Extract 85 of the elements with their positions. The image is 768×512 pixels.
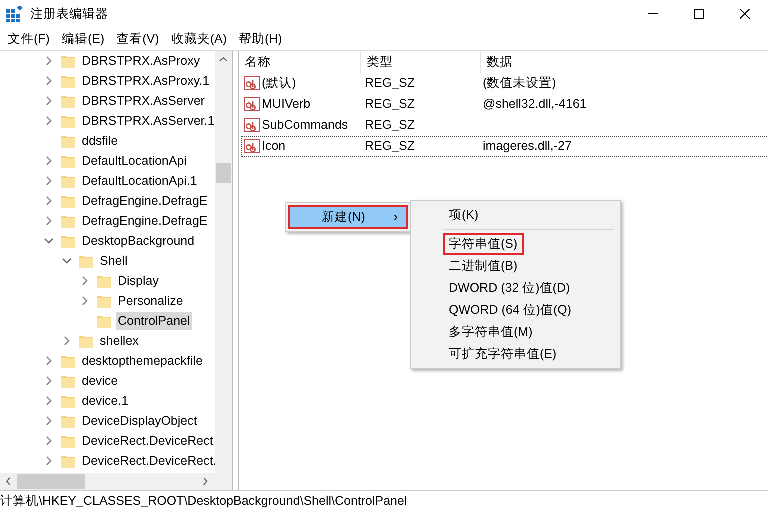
value-type: REG_SZ [365, 139, 416, 154]
folder-icon [60, 233, 76, 249]
string-value-icon [244, 96, 260, 112]
tree-item[interactable]: DeviceRect.DeviceRect [80, 432, 215, 450]
scrollbar-thumb[interactable] [216, 163, 231, 183]
window-title: 注册表编辑器 [30, 6, 110, 23]
menu-item[interactable]: 可扩充字符串值(E) [443, 343, 563, 365]
value-name: SubCommands [262, 117, 348, 134]
tree-item[interactable]: DesktopBackground [80, 232, 197, 250]
tree-item[interactable]: Display [116, 272, 161, 290]
menu-item[interactable]: 新建(N) › [288, 205, 408, 229]
column-header[interactable]: 数据 [481, 51, 768, 73]
menu-item[interactable]: 文件(F) [2, 30, 56, 48]
string-value-icon [244, 138, 260, 154]
tree-item[interactable]: DBRSTPRX.AsProxy.1 [80, 72, 212, 90]
folder-icon [96, 313, 112, 329]
tree-item[interactable]: DBRSTPRX.AsProxy [80, 52, 202, 70]
tree-item[interactable]: DefaultLocationApi [80, 152, 189, 170]
value-type: REG_SZ [365, 118, 416, 132]
registry-app-icon [6, 6, 24, 22]
value-name: (默认) [262, 75, 296, 92]
value-data: imageres.dll,-27 [483, 139, 572, 154]
folder-icon [96, 293, 112, 309]
scroll-left-icon[interactable] [6, 478, 10, 486]
scrollbar-thumb[interactable] [17, 474, 85, 489]
tree-item[interactable]: Personalize [116, 292, 186, 310]
tree-item[interactable]: device [80, 372, 120, 390]
horizontal-scrollbar[interactable] [0, 473, 232, 490]
folder-icon [60, 453, 76, 469]
menu-item[interactable]: 字符串值(S) [443, 233, 524, 255]
folder-icon [60, 153, 76, 169]
scroll-up-icon[interactable] [220, 57, 228, 62]
tree-item[interactable]: DefragEngine.DefragE [80, 192, 210, 210]
tree-item[interactable]: DeviceDisplayObject [80, 412, 200, 430]
value-type: REG_SZ [365, 76, 416, 90]
value-name: Icon [262, 138, 286, 156]
folder-icon [60, 413, 76, 429]
tree-item[interactable]: DefaultLocationApi.1 [80, 172, 200, 190]
column-header[interactable]: 名称 [239, 51, 361, 73]
maximize-icon [694, 9, 704, 19]
string-value-icon [244, 118, 260, 134]
folder-icon [60, 53, 76, 69]
menu-item[interactable]: 编辑(E) [56, 30, 111, 48]
value-data: @shell32.dll,-4161 [483, 97, 587, 112]
string-value-icon [244, 76, 260, 92]
value-name: MUIVerb [262, 96, 311, 114]
folder-icon [96, 273, 112, 289]
tree-item[interactable]: DBRSTPRX.AsServer.1 [80, 112, 215, 130]
folder-icon [78, 333, 94, 349]
folder-icon [60, 433, 76, 449]
menu-item[interactable]: 多字符串值(M) [443, 321, 539, 343]
tree-item[interactable]: ddsfile [80, 132, 120, 150]
scroll-right-icon[interactable] [204, 478, 208, 486]
tree-item[interactable]: desktopthemepackfile [80, 352, 205, 370]
folder-icon [60, 213, 76, 229]
folder-icon [60, 353, 76, 369]
column-header[interactable]: 类型 [361, 51, 481, 73]
selected-row[interactable]: Icon REG_SZ imageres.dll,-27 [241, 136, 768, 157]
folder-icon [60, 193, 76, 209]
tree-item[interactable]: device.1 [80, 392, 131, 410]
folder-icon [60, 173, 76, 189]
menu-item[interactable]: 收藏夹(A) [165, 30, 233, 48]
folder-icon [60, 133, 76, 149]
tree-item[interactable]: ControlPanel [116, 312, 192, 330]
vertical-scrollbar[interactable] [215, 51, 232, 473]
tree-item[interactable]: DBRSTPRX.AsServer [80, 92, 207, 110]
menu-item[interactable]: 查看(V) [110, 30, 166, 48]
value-type: REG_SZ [365, 97, 416, 112]
menu-item[interactable]: 二进制值(B) [443, 255, 524, 277]
folder-icon [60, 113, 76, 129]
menu-item[interactable]: 项(K) [443, 204, 485, 226]
menu-item[interactable]: QWORD (64 位)值(Q) [443, 299, 578, 321]
folder-icon [60, 373, 76, 389]
tree-item[interactable]: DefragEngine.DefragE [80, 212, 210, 230]
value-data: (数值未设置) [483, 76, 556, 90]
folder-icon [60, 73, 76, 89]
status-path: 计算机\HKEY_CLASSES_ROOT\DesktopBackground\Shell\ControlPanel [0, 493, 408, 510]
menu-item[interactable]: DWORD (32 位)值(D) [443, 277, 576, 299]
tree-item[interactable]: shellex [98, 332, 141, 350]
close-icon [740, 9, 750, 19]
folder-icon [78, 253, 94, 269]
menu-item[interactable]: 帮助(H) [232, 30, 288, 48]
folder-icon [60, 93, 76, 109]
folder-icon [60, 393, 76, 409]
tree-item[interactable]: Shell [98, 252, 130, 270]
